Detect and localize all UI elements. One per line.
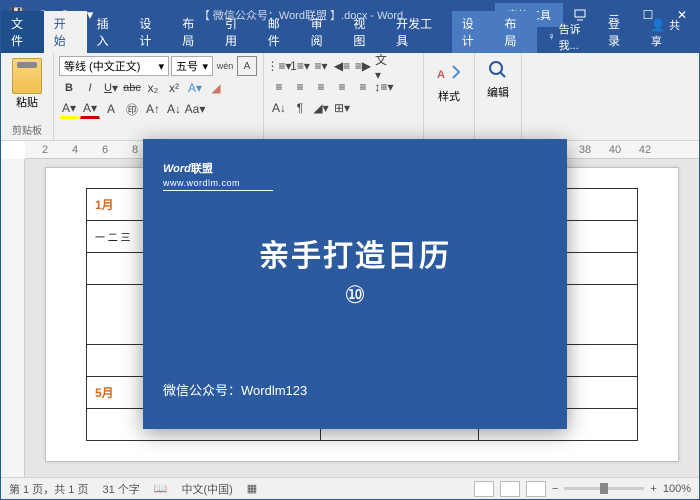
view-web-button[interactable] xyxy=(526,481,546,497)
bullets-button[interactable]: ⋮≡▾ xyxy=(269,56,289,76)
line-spacing-button[interactable]: ↕≡▾ xyxy=(374,77,394,97)
view-read-button[interactable] xyxy=(474,481,494,497)
tab-layout[interactable]: 布局 xyxy=(172,11,215,53)
phonetic-guide-button[interactable]: wén xyxy=(215,56,235,76)
borders-button[interactable]: ⊞▾ xyxy=(332,98,352,118)
overlay-logo: Word联盟 xyxy=(163,155,547,178)
tab-file[interactable]: 文件 xyxy=(1,11,44,53)
tab-insert[interactable]: 插入 xyxy=(87,11,130,53)
find-icon xyxy=(486,58,510,82)
bold-button[interactable]: B xyxy=(59,78,79,98)
tab-table-design[interactable]: 设计 xyxy=(452,11,495,53)
styles-icon: A xyxy=(435,58,463,86)
font-color-button[interactable]: A▾ xyxy=(80,99,100,119)
overlay-subtitle: 微信公众号：Wordlm123 xyxy=(163,380,547,399)
tab-developer[interactable]: 开发工具 xyxy=(386,11,452,53)
shrink-font-button[interactable]: A↓ xyxy=(164,99,184,119)
overlay-number: ⑩ xyxy=(163,281,547,310)
tab-table-layout[interactable]: 布局 xyxy=(495,11,538,53)
splash-overlay: Word联盟 www.wordlm.com 亲手打造日历 ⑩ 微信公众号：Wor… xyxy=(143,139,567,429)
clear-format-button[interactable]: ◢ xyxy=(206,78,226,98)
paste-icon xyxy=(12,58,42,94)
align-right-button[interactable]: ≡ xyxy=(311,77,331,97)
zoom-out-button[interactable]: − xyxy=(552,483,558,495)
subscript-button[interactable]: x₂ xyxy=(143,78,163,98)
group-styles: A 样式 xyxy=(424,53,475,140)
zoom-slider[interactable] xyxy=(564,487,644,490)
ribbon-tabs: 文件 开始 插入 设计 布局 引用 邮件 审阅 视图 开发工具 设计 布局 ♀ … xyxy=(1,29,699,53)
align-left-button[interactable]: ≡ xyxy=(269,77,289,97)
text-effects-button[interactable]: A▾ xyxy=(185,78,205,98)
justify-button[interactable]: ≡ xyxy=(332,77,352,97)
group-paragraph: ⋮≡▾ 1≡▾ ≡▾ ◀≡ ≡▶ 文▾ ≡ ≡ ≡ ≡ ≡ ↕≡▾ A↓ ¶ ◢… xyxy=(264,53,424,140)
tab-review[interactable]: 审阅 xyxy=(301,11,344,53)
asian-layout-button[interactable]: 文▾ xyxy=(374,56,394,76)
spell-check-icon[interactable]: 📖 xyxy=(154,482,168,495)
svg-text:A: A xyxy=(437,69,445,81)
strikethrough-button[interactable]: abc xyxy=(122,78,142,98)
tell-me-search[interactable]: ♀ 告诉我... xyxy=(547,21,598,53)
overlay-title: 亲手打造日历 xyxy=(163,231,547,275)
font-name-combo[interactable]: 等线 (中文正文)▾ xyxy=(59,56,169,76)
sort-button[interactable]: A↓ xyxy=(269,98,289,118)
enclose-char-button[interactable]: ㊞ xyxy=(122,99,142,119)
decrease-indent-button[interactable]: ◀≡ xyxy=(332,56,352,76)
page-indicator[interactable]: 第 1 页，共 1 页 xyxy=(9,481,88,497)
styles-button[interactable]: A 样式 xyxy=(429,56,469,106)
word-count[interactable]: 31 个字 xyxy=(102,481,139,497)
align-center-button[interactable]: ≡ xyxy=(290,77,310,97)
font-size-combo[interactable]: 五号▾ xyxy=(171,56,213,76)
language-indicator[interactable]: 中文(中国) xyxy=(181,481,232,497)
view-print-button[interactable] xyxy=(500,481,520,497)
macro-indicator[interactable]: ▦ xyxy=(247,482,257,495)
tab-mailings[interactable]: 邮件 xyxy=(258,11,301,53)
tab-references[interactable]: 引用 xyxy=(215,11,258,53)
underline-button[interactable]: U▾ xyxy=(101,78,121,98)
paste-button[interactable]: 粘贴 xyxy=(6,56,48,112)
italic-button[interactable]: I xyxy=(80,78,100,98)
editing-button[interactable]: 编辑 xyxy=(480,56,516,102)
statusbar: 第 1 页，共 1 页 31 个字 📖 中文(中国) ▦ − + 100% xyxy=(1,477,699,499)
grow-font-button[interactable]: A↑ xyxy=(143,99,163,119)
distributed-button[interactable]: ≡ xyxy=(353,77,373,97)
highlight-button[interactable]: A▾ xyxy=(59,99,79,119)
multilevel-button[interactable]: ≡▾ xyxy=(311,56,331,76)
show-marks-button[interactable]: ¶ xyxy=(290,98,310,118)
tab-design[interactable]: 设计 xyxy=(129,11,172,53)
change-case-button[interactable]: Aa▾ xyxy=(185,99,205,119)
login-button[interactable]: 登录 xyxy=(598,11,641,53)
group-font: 等线 (中文正文)▾ 五号▾ wén A B I U▾ abc x₂ x² A▾… xyxy=(54,53,264,140)
tab-home[interactable]: 开始 xyxy=(44,11,87,53)
share-button[interactable]: 👤 共享 xyxy=(641,13,699,53)
zoom-level[interactable]: 100% xyxy=(663,483,691,495)
numbering-button[interactable]: 1≡▾ xyxy=(290,56,310,76)
char-border-button[interactable]: A xyxy=(237,56,257,76)
tab-view[interactable]: 视图 xyxy=(343,11,386,53)
increase-indent-button[interactable]: ≡▶ xyxy=(353,56,373,76)
vertical-ruler[interactable] xyxy=(1,159,25,477)
char-shading-button[interactable]: A xyxy=(101,99,121,119)
group-clipboard: 粘贴 剪贴板 xyxy=(1,53,54,140)
group-editing: 编辑 xyxy=(475,53,522,140)
overlay-url: www.wordlm.com xyxy=(163,178,273,191)
ribbon: 粘贴 剪贴板 等线 (中文正文)▾ 五号▾ wén A B I U▾ abc x… xyxy=(1,53,699,141)
zoom-in-button[interactable]: + xyxy=(650,483,656,495)
shading-button[interactable]: ◢▾ xyxy=(311,98,331,118)
superscript-button[interactable]: x² xyxy=(164,78,184,98)
